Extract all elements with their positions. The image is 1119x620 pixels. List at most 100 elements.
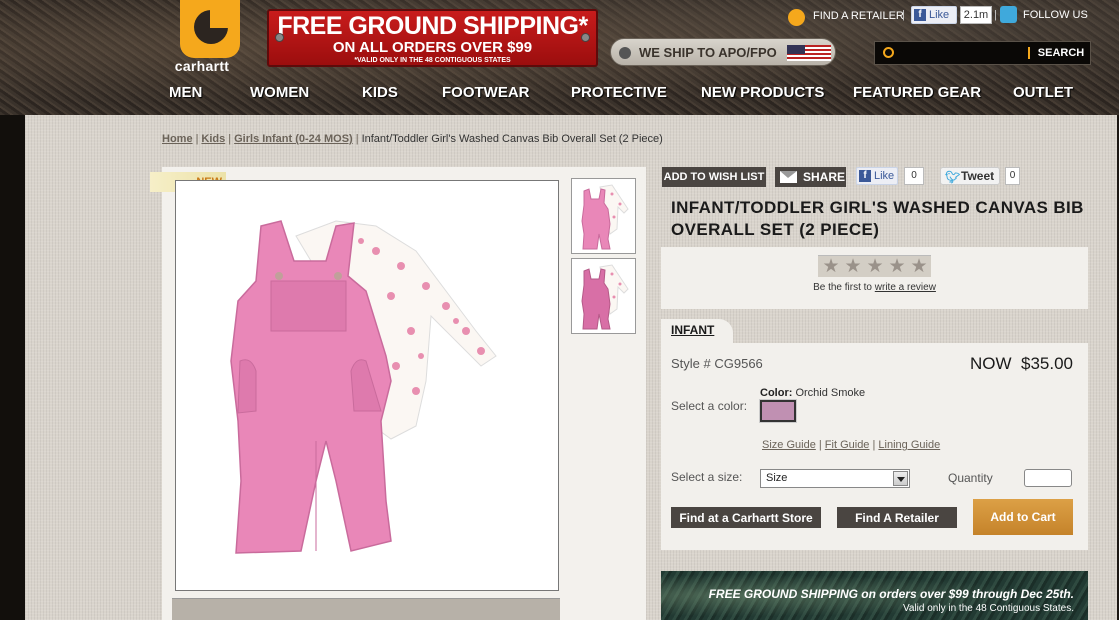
promo-finePrint: *VALID ONLY IN THE 48 CONTIGUOUS STATES: [354, 57, 511, 64]
free-shipping-banner[interactable]: FREE GROUND SHIPPING* ON ALL ORDERS OVER…: [267, 9, 598, 67]
twitter-icon[interactable]: [1000, 6, 1017, 23]
breadcrumb-current: Infant/Toddler Girl's Washed Canvas Bib …: [361, 133, 663, 145]
nav-women[interactable]: WOMEN: [250, 84, 309, 101]
search-button[interactable]: SEARCH: [1033, 45, 1089, 61]
quantity-label: Quantity: [948, 471, 993, 485]
promo-headline: FREE GROUND SHIPPING*: [277, 12, 588, 40]
bolt-icon: [275, 33, 284, 42]
tweet-button[interactable]: 🐦︎ Tweet: [940, 167, 1000, 185]
chevron-down-icon: [893, 471, 908, 486]
nav-featured-gear[interactable]: FEATURED GEAR: [853, 84, 981, 101]
nav-footwear[interactable]: FOOTWEAR: [442, 84, 530, 101]
review-prompt-text: Be the first to: [813, 282, 872, 293]
main-product-image[interactable]: [175, 180, 559, 591]
product-thumbnail-1[interactable]: [571, 178, 636, 254]
search-input[interactable]: [899, 44, 1024, 62]
tweet-count: 0: [1005, 167, 1020, 185]
facebook-like-button[interactable]: f Like: [911, 6, 957, 24]
follow-us-link[interactable]: FOLLOW US: [1023, 9, 1088, 21]
shipping-promo-banner[interactable]: FREE GROUND SHIPPING on orders over $99 …: [661, 571, 1088, 620]
apo-fpo-badge[interactable]: WE SHIP TO APO/FPO: [610, 38, 836, 66]
find-carhartt-store-button[interactable]: Find at a Carhartt Store: [671, 507, 821, 528]
color-heading-label: Color:: [760, 387, 793, 399]
fit-guide-link[interactable]: Fit Guide: [825, 439, 870, 451]
mail-icon: [780, 171, 797, 183]
header-separator: |: [994, 9, 997, 21]
breadcrumb-separator: |: [228, 133, 232, 145]
shipping-promo-note: Valid only in the 48 Contiguous States.: [902, 603, 1074, 614]
tweet-label: Tweet: [961, 169, 995, 183]
twitter-bird-icon: 🐦︎: [945, 170, 961, 184]
price-value: $35.00: [1021, 354, 1073, 373]
size-guide-link[interactable]: Size Guide: [762, 439, 816, 451]
nav-men[interactable]: MEN: [169, 84, 202, 101]
style-number: Style # CG9566: [671, 356, 763, 371]
nav-protective[interactable]: PROTECTIVE: [571, 84, 667, 101]
star-icon: ★: [888, 256, 906, 277]
carhartt-logo[interactable]: carhartt: [160, 0, 244, 76]
thumbnail-photo: [581, 264, 629, 330]
apo-fpo-text: WE SHIP TO APO/FPO: [639, 45, 777, 60]
image-footer-strip: [172, 598, 560, 620]
facebook-like-count: 2.1m: [960, 6, 992, 24]
shipping-promo-headline: FREE GROUND SHIPPING on orders over $99 …: [708, 587, 1074, 601]
product-title: INFANT/TODDLER GIRL'S WASHED CANVAS BIB …: [671, 198, 1084, 239]
size-dropdown-value: Size: [766, 472, 788, 484]
add-to-wishlist-button[interactable]: ADD TO WISH LIST: [662, 167, 766, 187]
breadcrumb-separator: |: [195, 133, 199, 145]
star-icon: ★: [822, 256, 840, 277]
facebook-like-count: 0: [904, 167, 924, 185]
search-bar: SEARCH: [874, 41, 1091, 65]
facebook-like-button[interactable]: f Like: [856, 167, 898, 185]
star-icon: ★: [866, 256, 884, 277]
product-thumbnail-2[interactable]: [571, 258, 636, 334]
breadcrumb-home[interactable]: Home: [162, 133, 193, 145]
guide-separator: |: [818, 439, 822, 451]
purchase-panel: Style # CG9566 NOW $35.00 Color: Orchid …: [661, 343, 1088, 550]
nav-new-products[interactable]: NEW PRODUCTS: [701, 84, 824, 101]
share-button[interactable]: SHARE: [775, 167, 846, 187]
facebook-like-label: Like: [874, 170, 895, 182]
star-rating[interactable]: ★ ★ ★ ★ ★: [818, 255, 931, 277]
write-review-link[interactable]: write a review: [875, 282, 936, 293]
thumbnail-photo: [581, 184, 629, 250]
add-to-cart-button[interactable]: Add to Cart: [973, 499, 1073, 535]
guide-separator: |: [872, 439, 876, 451]
nav-kids[interactable]: KIDS: [362, 84, 398, 101]
facebook-icon: f: [859, 170, 871, 182]
lining-guide-link[interactable]: Lining Guide: [878, 439, 940, 451]
find-retailer-button[interactable]: Find A Retailer: [837, 507, 957, 528]
color-name: Orchid Smoke: [795, 387, 866, 399]
tab-infant-label: INFANT: [671, 323, 715, 337]
header-separator: |: [902, 9, 905, 21]
star-icon: ★: [910, 256, 928, 277]
product-photo: [230, 220, 497, 554]
site-header: carhartt FREE GROUND SHIPPING* ON ALL OR…: [0, 0, 1119, 115]
guide-links: Size Guide | Fit Guide | Lining Guide: [762, 439, 940, 451]
select-color-label: Select a color:: [671, 399, 748, 413]
price-label: NOW: [970, 354, 1012, 373]
rating-box: ★ ★ ★ ★ ★ Be the first to write a review: [661, 247, 1088, 309]
bolt-icon: [581, 33, 590, 42]
facebook-like-label: Like: [929, 9, 950, 21]
find-retailer-label: FIND A RETAILER: [813, 10, 904, 22]
share-label: SHARE: [803, 170, 846, 184]
main-nav: MEN WOMEN KIDS FOOTWEAR PROTECTIVE NEW P…: [150, 78, 1090, 110]
breadcrumb-girls-infant[interactable]: Girls Infant (0-24 MOS): [234, 133, 353, 145]
tab-infant[interactable]: INFANT: [661, 319, 733, 343]
star-icon: ★: [844, 256, 862, 277]
location-pin-icon: [788, 9, 805, 26]
rivet-icon: [619, 47, 631, 59]
search-divider: [1028, 47, 1030, 59]
size-dropdown[interactable]: Size: [760, 469, 910, 488]
breadcrumb-kids[interactable]: Kids: [201, 133, 225, 145]
us-flag-icon: [787, 45, 831, 61]
facebook-icon: f: [914, 9, 926, 21]
nav-outlet[interactable]: OUTLET: [1013, 84, 1073, 101]
quantity-input[interactable]: [1024, 469, 1072, 487]
breadcrumb: Home | Kids | Girls Infant (0-24 MOS) | Infant…: [162, 133, 663, 145]
color-swatch-orchid-smoke[interactable]: [759, 399, 797, 423]
logo-wordmark: carhartt: [174, 58, 230, 74]
breadcrumb-separator: |: [355, 133, 359, 145]
promo-subline: ON ALL ORDERS OVER $99: [332, 39, 533, 56]
